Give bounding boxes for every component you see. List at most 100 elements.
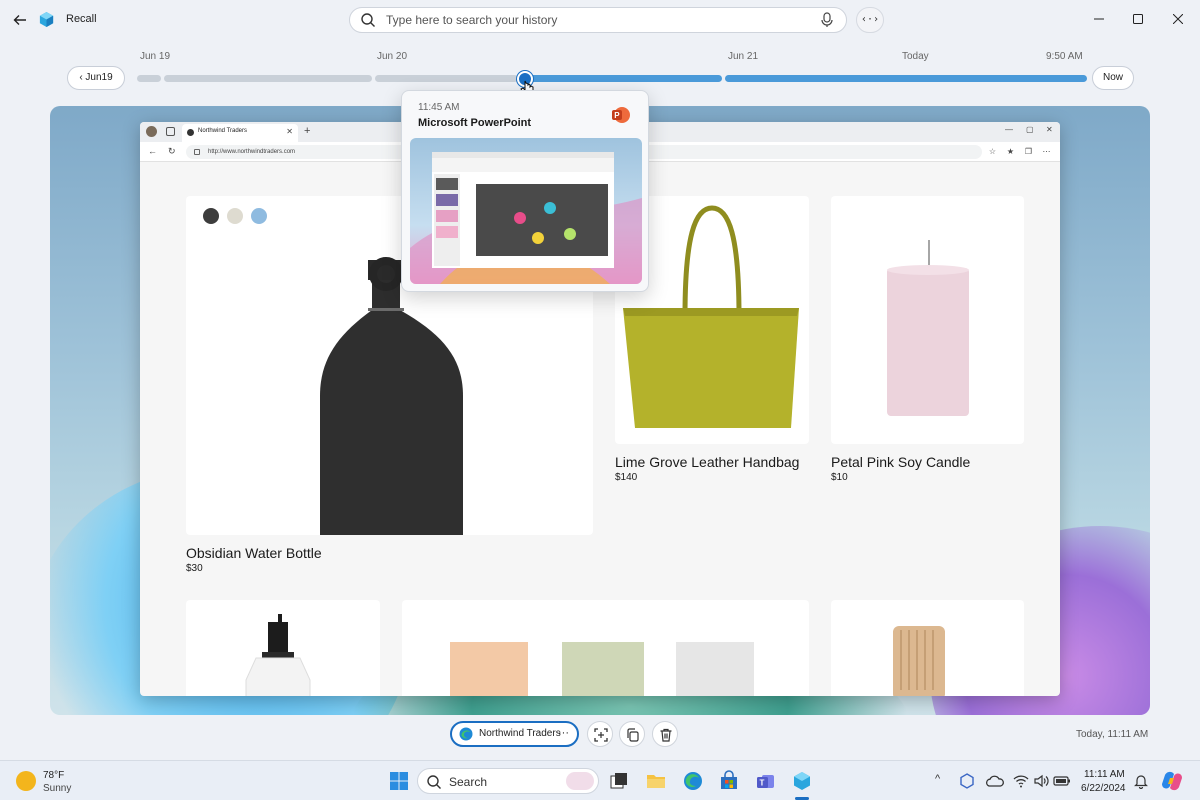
product-name-handbag[interactable]: Lime Grove Leather Handbag: [615, 454, 799, 470]
timeline-label-time: 9:50 AM: [1046, 51, 1083, 62]
favorite-star-icon[interactable]: ☆: [988, 147, 997, 156]
windows-start-icon[interactable]: [388, 770, 410, 792]
product-card-candle[interactable]: [831, 196, 1024, 444]
product-card-brush[interactable]: [831, 600, 1024, 696]
maximize-button[interactable]: [1128, 10, 1148, 30]
timeline-label-today: Today: [902, 51, 929, 62]
snapshot-preview-popup[interactable]: 11:45 AM Microsoft PowerPoint P: [401, 90, 649, 292]
product-name-bottle[interactable]: Obsidian Water Bottle: [186, 545, 322, 561]
browser-tab-title: Northwind Traders: [198, 128, 248, 134]
brush-image: [893, 626, 945, 696]
powerpoint-screenshot-image: [410, 152, 642, 284]
app-title: Recall: [66, 13, 97, 25]
open-app-pill[interactable]: Northwind Traders ···: [450, 721, 579, 747]
timeline-segment[interactable]: [375, 75, 518, 82]
pump-bottle-image: [245, 614, 311, 696]
copy-button[interactable]: [619, 721, 645, 747]
timeline-prev-button[interactable]: ‹ Jun19: [67, 66, 125, 90]
taskbar-search[interactable]: Search: [417, 768, 599, 794]
minimize-icon: [1094, 18, 1104, 20]
clock-date[interactable]: 6/22/2024: [1081, 783, 1126, 794]
edge-browser-icon[interactable]: [682, 770, 704, 792]
timeline-segment[interactable]: [137, 75, 161, 82]
history-search-box[interactable]: [349, 7, 847, 33]
candle-image: [887, 240, 969, 416]
title-bar: Recall ‹·›: [0, 0, 1200, 40]
timeline-segment[interactable]: [526, 75, 722, 82]
copilot-icon[interactable]: [1160, 769, 1184, 793]
new-tab-icon[interactable]: +: [304, 125, 310, 137]
timeline-now-button[interactable]: Now: [1092, 66, 1134, 90]
product-price-handbag: $140: [615, 472, 638, 483]
arrow-left-icon: [13, 15, 26, 25]
search-highlight-icon: [566, 772, 594, 790]
weather-condition[interactable]: Sunny: [43, 783, 71, 794]
edge-browser-icon: [459, 727, 473, 741]
product-card-soaps[interactable]: [402, 600, 809, 696]
close-button[interactable]: [1168, 10, 1188, 30]
recall-app-icon[interactable]: [791, 770, 813, 792]
browser-minimize-icon[interactable]: —: [1005, 125, 1013, 134]
browser-close-icon[interactable]: ✕: [1046, 125, 1053, 134]
preview-thumbnail[interactable]: [410, 138, 642, 284]
weather-temp[interactable]: 78°F: [43, 770, 64, 781]
search-icon: [361, 13, 375, 27]
preview-app-name: Microsoft PowerPoint: [418, 117, 532, 129]
timeline-prev-label: Jun19: [85, 72, 113, 83]
network-share-icon[interactable]: [958, 772, 976, 790]
url-text: http://www.northwindtraders.com: [208, 149, 296, 155]
teams-icon[interactable]: T: [755, 770, 777, 792]
timeline-segment[interactable]: [164, 75, 372, 82]
code-view-button[interactable]: ‹·›: [856, 7, 884, 33]
volume-icon[interactable]: [1033, 773, 1049, 789]
sun-icon[interactable]: [16, 771, 36, 791]
more-options-icon[interactable]: ⋯: [1042, 147, 1051, 156]
close-icon: [1172, 13, 1184, 25]
profile-icon[interactable]: [146, 126, 157, 137]
more-options-icon[interactable]: ···: [558, 722, 569, 744]
back-button[interactable]: [10, 10, 30, 30]
timeline-label-jun21: Jun 21: [728, 51, 759, 62]
product-price-bottle: $30: [186, 563, 203, 574]
notification-bell-icon[interactable]: [1133, 773, 1149, 789]
clock-time[interactable]: 11:11 AM: [1084, 769, 1125, 780]
microsoft-store-icon[interactable]: [718, 770, 740, 792]
battery-icon[interactable]: [1053, 773, 1071, 789]
task-view-icon[interactable]: [608, 770, 630, 792]
delete-button[interactable]: [652, 721, 678, 747]
chevron-up-icon[interactable]: ^: [935, 773, 940, 785]
wifi-icon[interactable]: [1013, 773, 1029, 789]
product-card-pump-bottle[interactable]: [186, 600, 380, 696]
screen-select-icon: [594, 728, 608, 742]
file-explorer-icon[interactable]: [645, 770, 667, 792]
favicon-icon: [187, 129, 194, 136]
product-name-candle[interactable]: Petal Pink Soy Candle: [831, 454, 970, 470]
powerpoint-icon: P: [612, 107, 630, 123]
refresh-icon[interactable]: ↻: [168, 146, 176, 157]
recall-logo-icon: [39, 11, 54, 28]
history-search-input[interactable]: [386, 11, 806, 29]
microphone-icon[interactable]: [820, 12, 834, 28]
timeline-label-jun20: Jun 20: [377, 51, 408, 62]
onedrive-icon[interactable]: [985, 772, 1005, 790]
browser-maximize-icon[interactable]: ▢: [1026, 125, 1034, 134]
snapshot-timestamp: Today, 11:11 AM: [1076, 729, 1149, 740]
click-to-do-button[interactable]: [587, 721, 613, 747]
close-tab-icon[interactable]: ✕: [286, 127, 293, 136]
timeline-label-jun19: Jun 19: [140, 51, 171, 62]
copy-icon: [627, 728, 639, 742]
product-price-candle: $10: [831, 472, 848, 483]
collections-icon[interactable]: ❐: [1024, 147, 1033, 156]
maximize-icon: [1133, 14, 1143, 24]
minimize-button[interactable]: [1089, 10, 1109, 30]
tab-actions-icon[interactable]: [166, 127, 175, 136]
trash-icon: [660, 728, 672, 742]
timeline-segment[interactable]: [725, 75, 1087, 82]
search-icon: [427, 775, 441, 789]
browser-back-icon[interactable]: ←: [148, 146, 157, 156]
preview-time: 11:45 AM: [418, 102, 460, 113]
lock-icon: [194, 149, 200, 155]
svg-text:T: T: [760, 779, 765, 788]
favorites-icon[interactable]: ★: [1006, 147, 1015, 156]
browser-tab[interactable]: Northwind Traders ✕: [182, 124, 298, 142]
